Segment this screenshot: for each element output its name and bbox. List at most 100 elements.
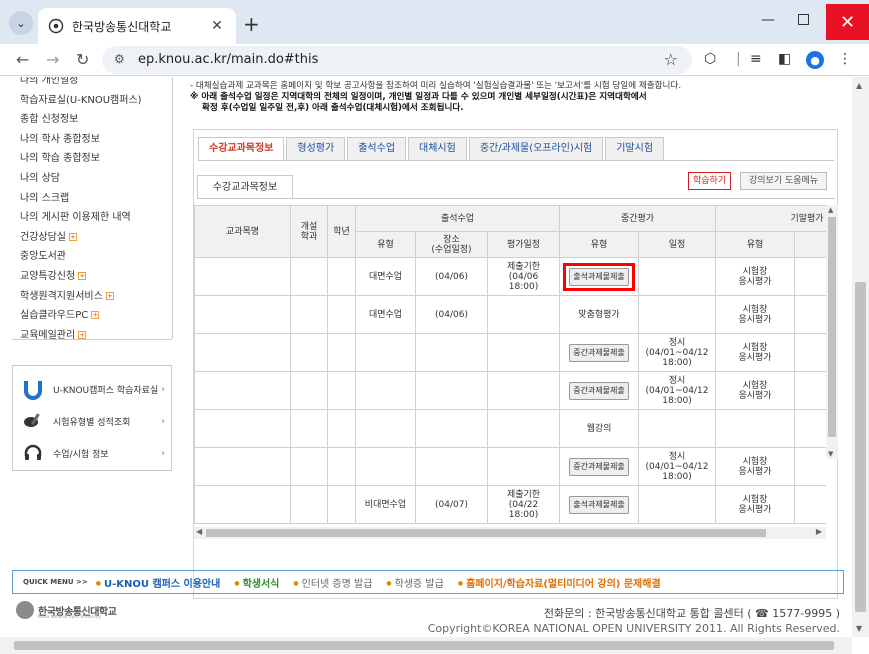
assignment-submit-button[interactable]: 중간과제물제출 [569,457,629,476]
quick-menu-troubleshoot[interactable]: 홈페이지/학습자료(멀티미디어 강의) 문제해결 [458,575,661,590]
header-midterm: 중간평가 [559,205,716,232]
window-close-icon[interactable]: ✕ [826,4,869,40]
header-att-place: 장소 (수업일정) [415,231,488,258]
scroll-up-icon[interactable]: ▲ [828,206,833,214]
study-button[interactable]: 학습하기 [688,172,732,190]
menu-kebab-icon[interactable]: ⋮ [838,51,852,67]
cell-line: 응시평가 [738,390,772,401]
left-menu-item[interactable]: 나의 상담 [12,169,172,189]
cell-mid-type[interactable]: 중간과제물제출 [559,333,639,372]
plus-icon[interactable]: + [78,271,87,280]
left-menu-item[interactable]: 학습자료실(U-KNOU캠퍼스) [12,91,172,111]
assignment-submit-button[interactable]: 중간과제물제출 [569,343,629,362]
subtab-course-info[interactable]: 수강교과목정보 [197,175,293,199]
assignment-submit-button[interactable]: 중간과제물제출 [569,381,629,400]
scroll-down-icon[interactable]: ▼ [828,450,833,458]
side-panel-icon[interactable]: ◧ [778,51,791,67]
reload-icon[interactable]: ↻ [76,50,89,69]
cell-mid-date: 정시 (04/01~04/12 18:00) [638,447,716,486]
scroll-thumb[interactable] [14,641,834,650]
left-menu-item[interactable]: 나의 학습 종합정보 [12,149,172,169]
scroll-left-icon[interactable]: ◀ [196,527,202,536]
table-row: 웹강의 [194,409,826,448]
cell-fin-type: 시험장 응시평가 [715,333,795,372]
page-vertical-scrollbar[interactable]: ▲ ▼ [852,77,869,637]
table-horizontal-scrollbar[interactable]: ◀ ▶ [194,527,826,539]
left-menu-item[interactable]: 나의 학사 종합정보 [12,130,172,150]
scroll-thumb[interactable] [206,529,766,537]
cell-fin-type: 시험장 응시평가 [715,295,795,334]
tab-close-icon[interactable]: ✕ [208,18,226,34]
assignment-submit-button[interactable]: 출석과제물제출 [569,495,629,514]
browser-toolbar: ← → ↻ ⚙ ep.knou.ac.kr/main.do#this ☆ ⬡ |… [0,44,869,76]
plus-icon[interactable]: + [69,232,77,241]
url-text[interactable]: ep.knou.ac.kr/main.do#this [138,52,318,67]
lecture-help-button[interactable]: 강의보기 도움메뉴 [740,172,828,190]
scroll-up-icon[interactable]: ▲ [856,81,862,90]
back-icon[interactable]: ← [16,50,29,69]
reading-list-icon[interactable]: ≡ [750,51,762,67]
assignment-submit-button[interactable]: 출석과제물제출 [569,267,629,286]
left-menu-item[interactable]: 실습클라우드PC + [12,306,172,326]
site-info-icon[interactable]: ⚙ [114,52,125,66]
footer-logo[interactable]: 한국방송통신대학교 Korea National Open University [16,601,117,619]
tab-4[interactable]: 중간/과제물(오프라인)시험 [468,137,604,161]
profile-avatar-icon[interactable]: ● [806,51,824,69]
quick-link-exam-grades[interactable]: 시험유형별 성적조회 › [21,406,167,436]
left-menu-item[interactable]: 중앙도서관 [12,247,172,267]
page-horizontal-scrollbar[interactable] [0,637,852,654]
tab-2[interactable]: 출석수업 [347,137,407,161]
left-menu-item[interactable]: 나의 게시판 이용제한 내역 [12,208,172,228]
window-maximize-icon[interactable] [798,14,809,25]
tab-3[interactable]: 대체시험 [408,137,467,161]
left-menu-item[interactable]: 교양특강신청 + [12,267,172,287]
left-menu-item-label: 학습자료실(U-KNOU캠퍼스) [20,94,142,106]
left-menu-item[interactable]: 종합 신청정보 [12,110,172,130]
quick-menu-student-id[interactable]: 학생증 발급 [386,575,444,590]
cell-course [194,447,291,486]
browser-tab[interactable]: 한국방송통신대학교 ✕ [38,8,236,44]
address-bar[interactable]: ⚙ ep.knou.ac.kr/main.do#this ☆ [102,46,692,74]
quick-link-uknou[interactable]: U-KNOU캠퍼스 학습자료실 › [21,374,167,404]
scroll-down-icon[interactable]: ▼ [856,624,862,633]
new-tab-icon[interactable]: + [243,12,260,36]
forward-icon[interactable]: → [46,50,59,69]
quick-menu-certificate[interactable]: 인터넷 증명 발급 [293,575,373,590]
bookmark-star-icon[interactable]: ☆ [664,50,678,69]
cell-fin-date: 05/3 [794,371,826,410]
table-row: 대면수업 (04/06) 제출기한 (04/06 18:00) 출석과제물제출 시험장 응시평… [194,257,826,296]
cell-department [290,447,328,486]
cell-mid-type[interactable]: 출석과제물제출 [559,485,639,524]
left-menu-item[interactable]: 나의 스크랩 [12,189,172,209]
left-menu-item[interactable]: 나의 개인일정 [12,77,172,91]
cell-course [194,257,291,296]
cell-mid-type[interactable]: 중간과제물제출 [559,447,639,486]
cell-mid-type[interactable]: 중간과제물제출 [559,371,639,410]
plus-icon[interactable]: + [78,330,87,339]
table-vertical-scrollbar[interactable]: ▲ ▼ [826,205,838,459]
extensions-icon[interactable]: ⬡ [704,51,716,67]
table-row: 중간과제물제출정시(04/01~04/1218:00)시험장응시평가05/3 [194,447,826,486]
left-menu-item[interactable]: 교육메일관리 + [12,326,172,346]
cell-line: 시험장 [742,266,768,277]
scroll-right-icon[interactable]: ▶ [816,527,822,536]
tab-5[interactable]: 기말시험 [605,137,665,161]
cell-mid-type[interactable]: 출석과제물제출 [559,257,639,296]
quick-link-class-exam-info[interactable]: 수업/시험 정보 › [21,438,167,468]
quick-menu-student-forms[interactable]: 학생서식 [234,575,280,590]
globe-icon [48,18,64,34]
window-minimize-icon[interactable]: — [761,12,775,28]
left-menu-item[interactable]: 건강상담실 + [12,228,172,248]
tab-1[interactable]: 형성평가 [286,137,346,161]
tab-search-dropdown-icon[interactable]: ⌄ [9,11,33,35]
plus-icon[interactable]: + [105,291,114,300]
cell-line: 시험장 [742,380,768,391]
left-menu-item[interactable]: 학생원격지원서비스 + [12,287,172,307]
tab-0[interactable]: 수강교과목정보 [198,137,285,161]
scroll-thumb[interactable] [828,217,836,437]
left-menu-item-label: 학생원격지원서비스 [20,290,103,302]
quick-menu-label: QUICK MENU >> [23,578,88,586]
scroll-thumb[interactable] [855,282,866,612]
plus-icon[interactable]: + [91,311,100,320]
quick-menu-uknou-guide[interactable]: U-KNOU 캠퍼스 이용안내 [96,575,220,590]
